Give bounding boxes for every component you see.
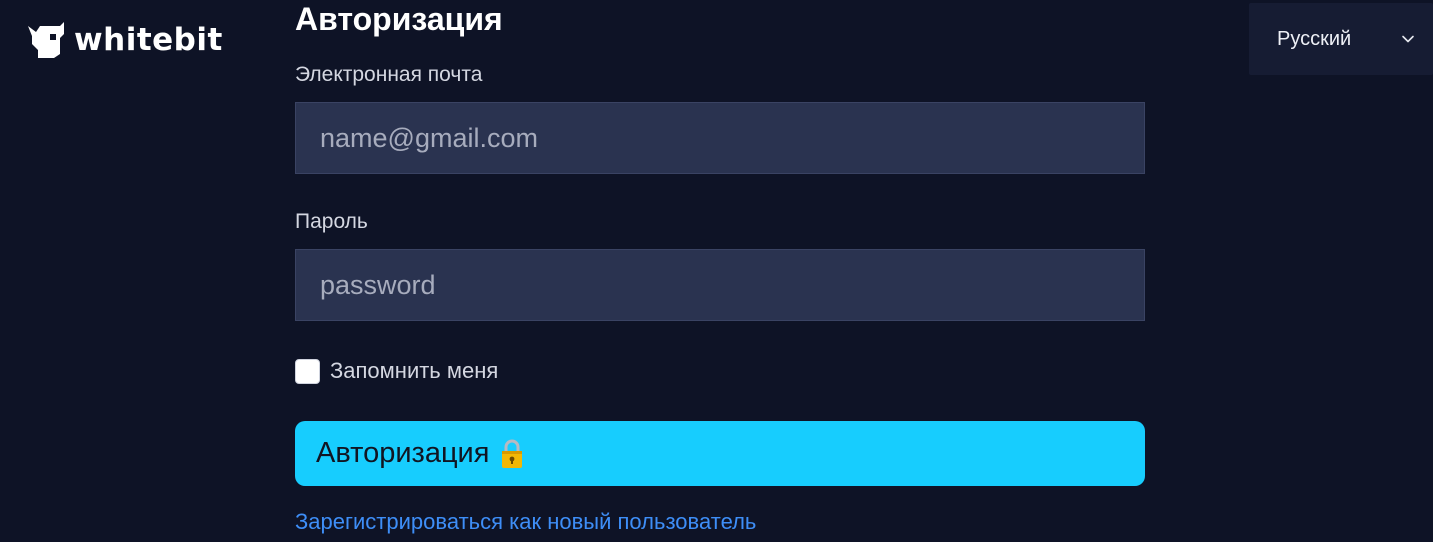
language-select[interactable]: Русский: [1249, 3, 1433, 75]
remember-me-row: Запомнить меня: [295, 358, 498, 384]
email-field[interactable]: [295, 102, 1145, 174]
lock-icon: [502, 439, 523, 468]
email-label: Электронная почта: [295, 63, 483, 86]
remember-me-label[interactable]: Запомнить меня: [330, 358, 498, 384]
password-field[interactable]: [295, 249, 1145, 321]
login-page: whitebit Русский Авторизация Электронная…: [0, 0, 1433, 542]
chevron-down-icon: [1402, 35, 1414, 43]
brand-logo[interactable]: whitebit: [26, 20, 223, 60]
password-label: Пароль: [295, 210, 368, 233]
language-selected-label: Русский: [1277, 27, 1352, 50]
register-link[interactable]: Зарегистрироваться как новый пользовател…: [295, 509, 756, 535]
login-submit-button[interactable]: Авторизация: [295, 421, 1145, 486]
page-title: Авторизация: [295, 1, 503, 37]
remember-me-checkbox[interactable]: [295, 358, 320, 384]
brand-name: whitebit: [74, 22, 223, 58]
bull-head-icon: [28, 22, 64, 58]
login-submit-label: Авторизация: [316, 437, 490, 469]
